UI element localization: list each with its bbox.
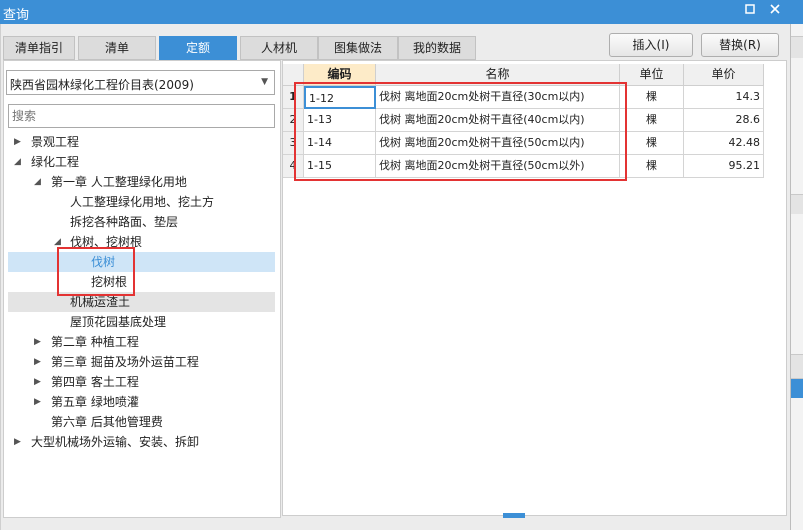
tree-item-label: 第四章 客土工程 <box>51 375 139 389</box>
tree-item[interactable]: ▶ 景观工程 <box>8 132 275 152</box>
tab-atlas[interactable]: 图集做法 <box>318 36 398 60</box>
tree-item[interactable]: ▶ 第三章 掘苗及场外运苗工程 <box>8 352 275 372</box>
insert-button[interactable]: 插入(I) <box>609 33 693 57</box>
expand-arrow-icon[interactable]: ▶ <box>34 332 44 352</box>
collapse-arrow-icon[interactable]: ◢ <box>14 152 24 172</box>
tree-item-label: 第三章 掘苗及场外运苗工程 <box>51 355 199 369</box>
cell-price[interactable]: 14.3 <box>684 86 764 109</box>
replace-button[interactable]: 替换(R) <box>701 33 779 57</box>
cell-unit[interactable]: 棵 <box>620 132 684 155</box>
tree-item[interactable]: ▶ 第四章 客土工程 <box>8 372 275 392</box>
expand-arrow-icon[interactable]: ▶ <box>14 132 24 152</box>
expand-arrow-icon[interactable]: ▶ <box>34 392 44 412</box>
tree-item-label: 第二章 种植工程 <box>51 335 139 349</box>
tree-item[interactable]: 拆挖各种路面、垫层 <box>8 212 275 232</box>
tree-item[interactable]: ◢ 伐树、挖树根 <box>8 232 275 252</box>
tree-item-label: 景观工程 <box>31 135 80 149</box>
cell-unit[interactable]: 棵 <box>620 86 684 109</box>
tree-item[interactable]: 人工整理绿化用地、挖土方 <box>8 192 275 212</box>
cell-price[interactable]: 95.21 <box>684 155 764 178</box>
title-bar: 查询 <box>0 0 803 24</box>
column-header-price[interactable]: 单价 <box>684 64 764 86</box>
tree-highlight-box <box>57 247 135 296</box>
cell-unit[interactable]: 棵 <box>620 109 684 132</box>
tree-item[interactable]: ▶ 大型机械场外运输、安装、拆卸 <box>8 432 275 452</box>
tree-item[interactable]: ▶ 第二章 种植工程 <box>8 332 275 352</box>
tree-item[interactable]: ◢ 第一章 人工整理绿化用地 <box>8 172 275 192</box>
tree-item-label: 人工整理绿化用地、挖土方 <box>70 195 215 209</box>
tree-item-selected[interactable]: 伐树 <box>8 252 275 272</box>
restore-icon[interactable] <box>742 3 758 19</box>
tree-item-label: 屋顶花园基底处理 <box>70 315 167 329</box>
cell-unit[interactable]: 棵 <box>620 155 684 178</box>
tab-my-data[interactable]: 我的数据 <box>398 36 476 60</box>
tree-item-hover[interactable]: 机械运渣土 <box>8 292 275 312</box>
tree-item-label: 绿化工程 <box>31 155 80 169</box>
search-input[interactable] <box>8 104 275 128</box>
table-highlight-box <box>294 82 627 181</box>
tree-item[interactable]: ▶ 第五章 绿地喷灌 <box>8 392 275 412</box>
tree-item-label: 拆挖各种路面、垫层 <box>70 215 179 229</box>
chevron-down-icon: ▼ <box>261 77 268 87</box>
library-select[interactable]: 陕西省园林绿化工程价目表(2009) ▼ <box>6 70 275 95</box>
expand-arrow-icon[interactable]: ▶ <box>34 372 44 392</box>
cell-price[interactable]: 42.48 <box>684 132 764 155</box>
background-window-strip <box>790 24 803 530</box>
library-select-value: 陕西省园林绿化工程价目表(2009) <box>10 78 194 92</box>
expand-arrow-icon[interactable]: ▶ <box>34 352 44 372</box>
window-title: 查询 <box>3 8 30 23</box>
panel-splitter-handle[interactable] <box>503 513 525 518</box>
tab-quota[interactable]: 定额 <box>159 36 237 60</box>
tree-item[interactable]: 第六章 后其他管理费 <box>8 412 275 432</box>
cell-price[interactable]: 28.6 <box>684 109 764 132</box>
tree-item-label: 第一章 人工整理绿化用地 <box>51 175 187 189</box>
expand-arrow-icon[interactable]: ▶ <box>14 432 24 452</box>
tree-item[interactable]: 屋顶花园基底处理 <box>8 312 275 332</box>
tree-item[interactable]: 挖树根 <box>8 272 275 292</box>
tab-materials[interactable]: 人材机 <box>240 36 318 60</box>
collapse-arrow-icon[interactable]: ◢ <box>34 172 44 192</box>
tree-item[interactable]: ◢ 绿化工程 <box>8 152 275 172</box>
tab-list[interactable]: 清单 <box>78 36 156 60</box>
column-header-unit[interactable]: 单位 <box>620 64 684 86</box>
tab-list-guide[interactable]: 清单指引 <box>3 36 75 60</box>
tree-item-label: 大型机械场外运输、安装、拆卸 <box>31 435 200 449</box>
tree-item-label: 第六章 后其他管理费 <box>51 415 163 429</box>
close-icon[interactable] <box>767 3 783 19</box>
tree-item-label: 第五章 绿地喷灌 <box>51 395 139 409</box>
